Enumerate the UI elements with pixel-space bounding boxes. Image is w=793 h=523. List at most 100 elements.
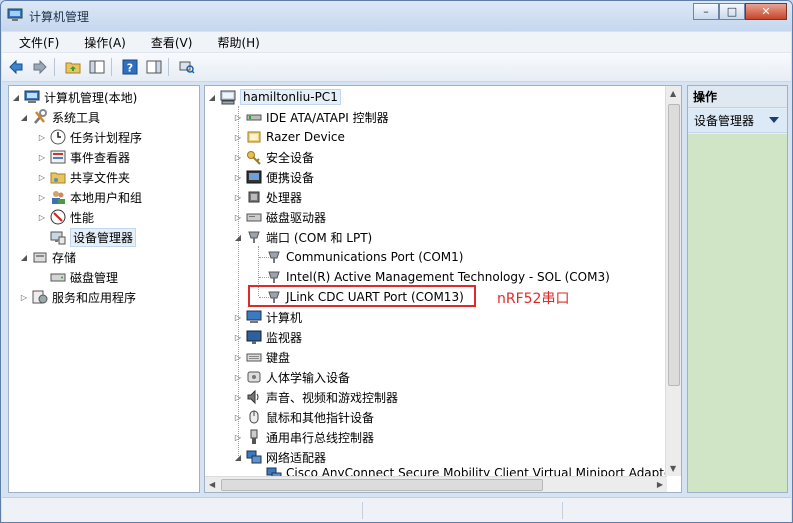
expand-arrow-icon[interactable]: ▷ (233, 112, 243, 122)
tree-label: 本地用户和组 (70, 190, 143, 205)
expand-arrow-icon[interactable]: ▷ (37, 152, 47, 162)
status-bar (2, 497, 791, 522)
device-category-label: 监视器 (266, 330, 303, 345)
expand-arrow-icon[interactable]: ▷ (37, 172, 47, 182)
tree-label: 性能 (70, 210, 95, 225)
menu-file[interactable]: 文件(F) (2, 34, 67, 51)
device-category-keyboards[interactable]: ▷ 键盘 (233, 347, 290, 367)
users-icon (50, 189, 66, 205)
expand-arrow-icon[interactable]: ▷ (37, 132, 47, 142)
dropdown-arrow-icon[interactable] (769, 117, 779, 123)
device-tree-root[interactable]: ◢ hamiltonliu-PC1 (207, 87, 341, 107)
device-category-ports[interactable]: ◢ 端口 (COM 和 LPT) (233, 227, 372, 247)
expand-arrow-icon[interactable]: ▷ (233, 172, 243, 182)
menu-view[interactable]: 查看(V) (134, 34, 201, 51)
back-icon[interactable] (6, 57, 26, 77)
menu-help[interactable]: 帮助(H) (200, 34, 267, 51)
collapse-arrow-icon[interactable]: ◢ (233, 452, 243, 462)
expand-arrow-icon[interactable]: ▷ (37, 212, 47, 222)
scroll-left-arrow-icon[interactable]: ◀ (209, 480, 215, 489)
tree-root-computer-management[interactable]: ◢ 计算机管理(本地) (11, 87, 137, 107)
scan-hardware-icon[interactable] (177, 57, 197, 77)
maximize-button[interactable]: □ (719, 3, 745, 20)
tree-item-storage[interactable]: ◢ 存储 (19, 247, 76, 267)
up-folder-icon[interactable] (63, 57, 83, 77)
device-category-processor[interactable]: ▷ 处理器 (233, 187, 302, 207)
tree-item-services-applications[interactable]: ▷ 服务和应用程序 (19, 287, 136, 307)
expand-arrow-icon[interactable]: ▷ (233, 432, 243, 442)
tree-item-shared-folders[interactable]: ▷ 共享文件夹 (37, 167, 130, 187)
device-category-label: 便携设备 (266, 170, 315, 185)
monitor-icon (246, 329, 262, 345)
network-adapter-icon (246, 449, 262, 465)
show-hide-action-pane-icon[interactable] (144, 57, 164, 77)
scroll-right-arrow-icon[interactable]: ▶ (657, 480, 663, 489)
scroll-up-arrow-icon[interactable]: ▲ (670, 89, 676, 98)
port-item-label: Intel(R) Active Management Technology - … (286, 270, 610, 284)
device-category-hid[interactable]: ▷ 人体学输入设备 (233, 367, 350, 387)
tree-item-local-users-groups[interactable]: ▷ 本地用户和组 (37, 187, 142, 207)
vertical-scrollbar[interactable]: ▲ ▼ (665, 86, 681, 476)
expand-arrow-icon[interactable]: ▷ (233, 312, 243, 322)
device-category-label: Razer Device (266, 130, 345, 144)
console-tree-panel: ◢ 计算机管理(本地) ◢ 系统工具 ▷ 任务计划程序 ▷ 事件查看器 ▷ 共享… (8, 85, 200, 493)
caption-buttons: – □ ✕ (693, 3, 787, 21)
forward-icon[interactable] (30, 57, 50, 77)
clock-icon (50, 129, 66, 145)
device-category-usb[interactable]: ▷ 通用串行总线控制器 (233, 427, 374, 447)
toolbar-separator (168, 58, 169, 76)
expand-arrow-icon[interactable]: ▷ (233, 372, 243, 382)
computer-management-icon (24, 89, 40, 105)
horizontal-scroll-thumb[interactable] (221, 479, 543, 491)
device-category-network[interactable]: ◢ 网络适配器 (233, 447, 326, 467)
tree-item-performance[interactable]: ▷ 性能 (37, 207, 94, 227)
expand-arrow-icon[interactable]: ▷ (233, 152, 243, 162)
vertical-scroll-thumb[interactable] (668, 104, 680, 386)
device-category-computer[interactable]: ▷ 计算机 (233, 307, 302, 327)
close-button[interactable]: ✕ (745, 3, 787, 20)
port-item-com3[interactable]: Intel(R) Active Management Technology - … (253, 267, 610, 287)
network-item-cisco[interactable]: Cisco AnyConnect Secure Mobility Client … (253, 466, 676, 476)
expand-arrow-icon[interactable]: ▷ (37, 192, 47, 202)
expand-arrow-icon[interactable]: ▷ (233, 352, 243, 362)
device-category-razer[interactable]: ▷ Razer Device (233, 127, 345, 147)
tree-item-task-scheduler[interactable]: ▷ 任务计划程序 (37, 127, 142, 147)
device-category-security[interactable]: ▷ 安全设备 (233, 147, 314, 167)
device-category-ide[interactable]: ▷ IDE ATA/ATAPI 控制器 (233, 107, 389, 127)
scroll-down-arrow-icon[interactable]: ▼ (670, 464, 676, 473)
device-category-portable[interactable]: ▷ 便携设备 (233, 167, 314, 187)
keyboard-icon (246, 349, 262, 365)
device-category-mice[interactable]: ▷ 鼠标和其他指针设备 (233, 407, 374, 427)
expand-arrow-icon[interactable]: ▷ (233, 412, 243, 422)
tree-item-device-manager[interactable]: 设备管理器 (37, 227, 137, 247)
expand-arrow-icon[interactable]: ▷ (19, 292, 29, 302)
minimize-button[interactable]: – (693, 3, 719, 20)
expand-arrow-icon[interactable]: ▷ (233, 392, 243, 402)
expand-arrow-icon[interactable]: ▷ (233, 132, 243, 142)
tree-item-system-tools[interactable]: ◢ 系统工具 (19, 107, 100, 127)
expand-arrow-icon[interactable]: ▷ (233, 212, 243, 222)
status-divider (562, 502, 563, 519)
horizontal-scrollbar[interactable]: ◀ ▶ (205, 476, 667, 492)
port-item-com1[interactable]: Communications Port (COM1) (253, 247, 463, 267)
device-category-monitors[interactable]: ▷ 监视器 (233, 327, 302, 347)
device-category-disk-drives[interactable]: ▷ 磁盘驱动器 (233, 207, 326, 227)
expand-arrow-icon[interactable]: ▷ (233, 332, 243, 342)
device-category-sound[interactable]: ▷ 声音、视频和游戏控制器 (233, 387, 398, 407)
processor-icon (246, 189, 262, 205)
tree-item-disk-management[interactable]: 磁盘管理 (37, 267, 118, 287)
menu-bar: 文件(F) 操作(A) 查看(V) 帮助(H) (2, 32, 791, 53)
collapse-arrow-icon[interactable]: ◢ (19, 252, 29, 262)
tree-item-event-viewer[interactable]: ▷ 事件查看器 (37, 147, 130, 167)
expand-arrow-icon[interactable]: ▷ (233, 192, 243, 202)
collapse-arrow-icon[interactable]: ◢ (207, 92, 217, 102)
security-key-icon (246, 149, 262, 165)
actions-device-manager-item[interactable]: 设备管理器 (688, 109, 787, 133)
collapse-arrow-icon[interactable]: ◢ (19, 112, 29, 122)
menu-action[interactable]: 操作(A) (67, 34, 134, 51)
help-icon[interactable]: ? (120, 57, 140, 77)
collapse-arrow-icon[interactable]: ◢ (11, 92, 21, 102)
show-hide-tree-icon[interactable] (87, 57, 107, 77)
collapse-arrow-icon[interactable]: ◢ (233, 232, 243, 242)
device-category-label: 鼠标和其他指针设备 (266, 410, 375, 425)
